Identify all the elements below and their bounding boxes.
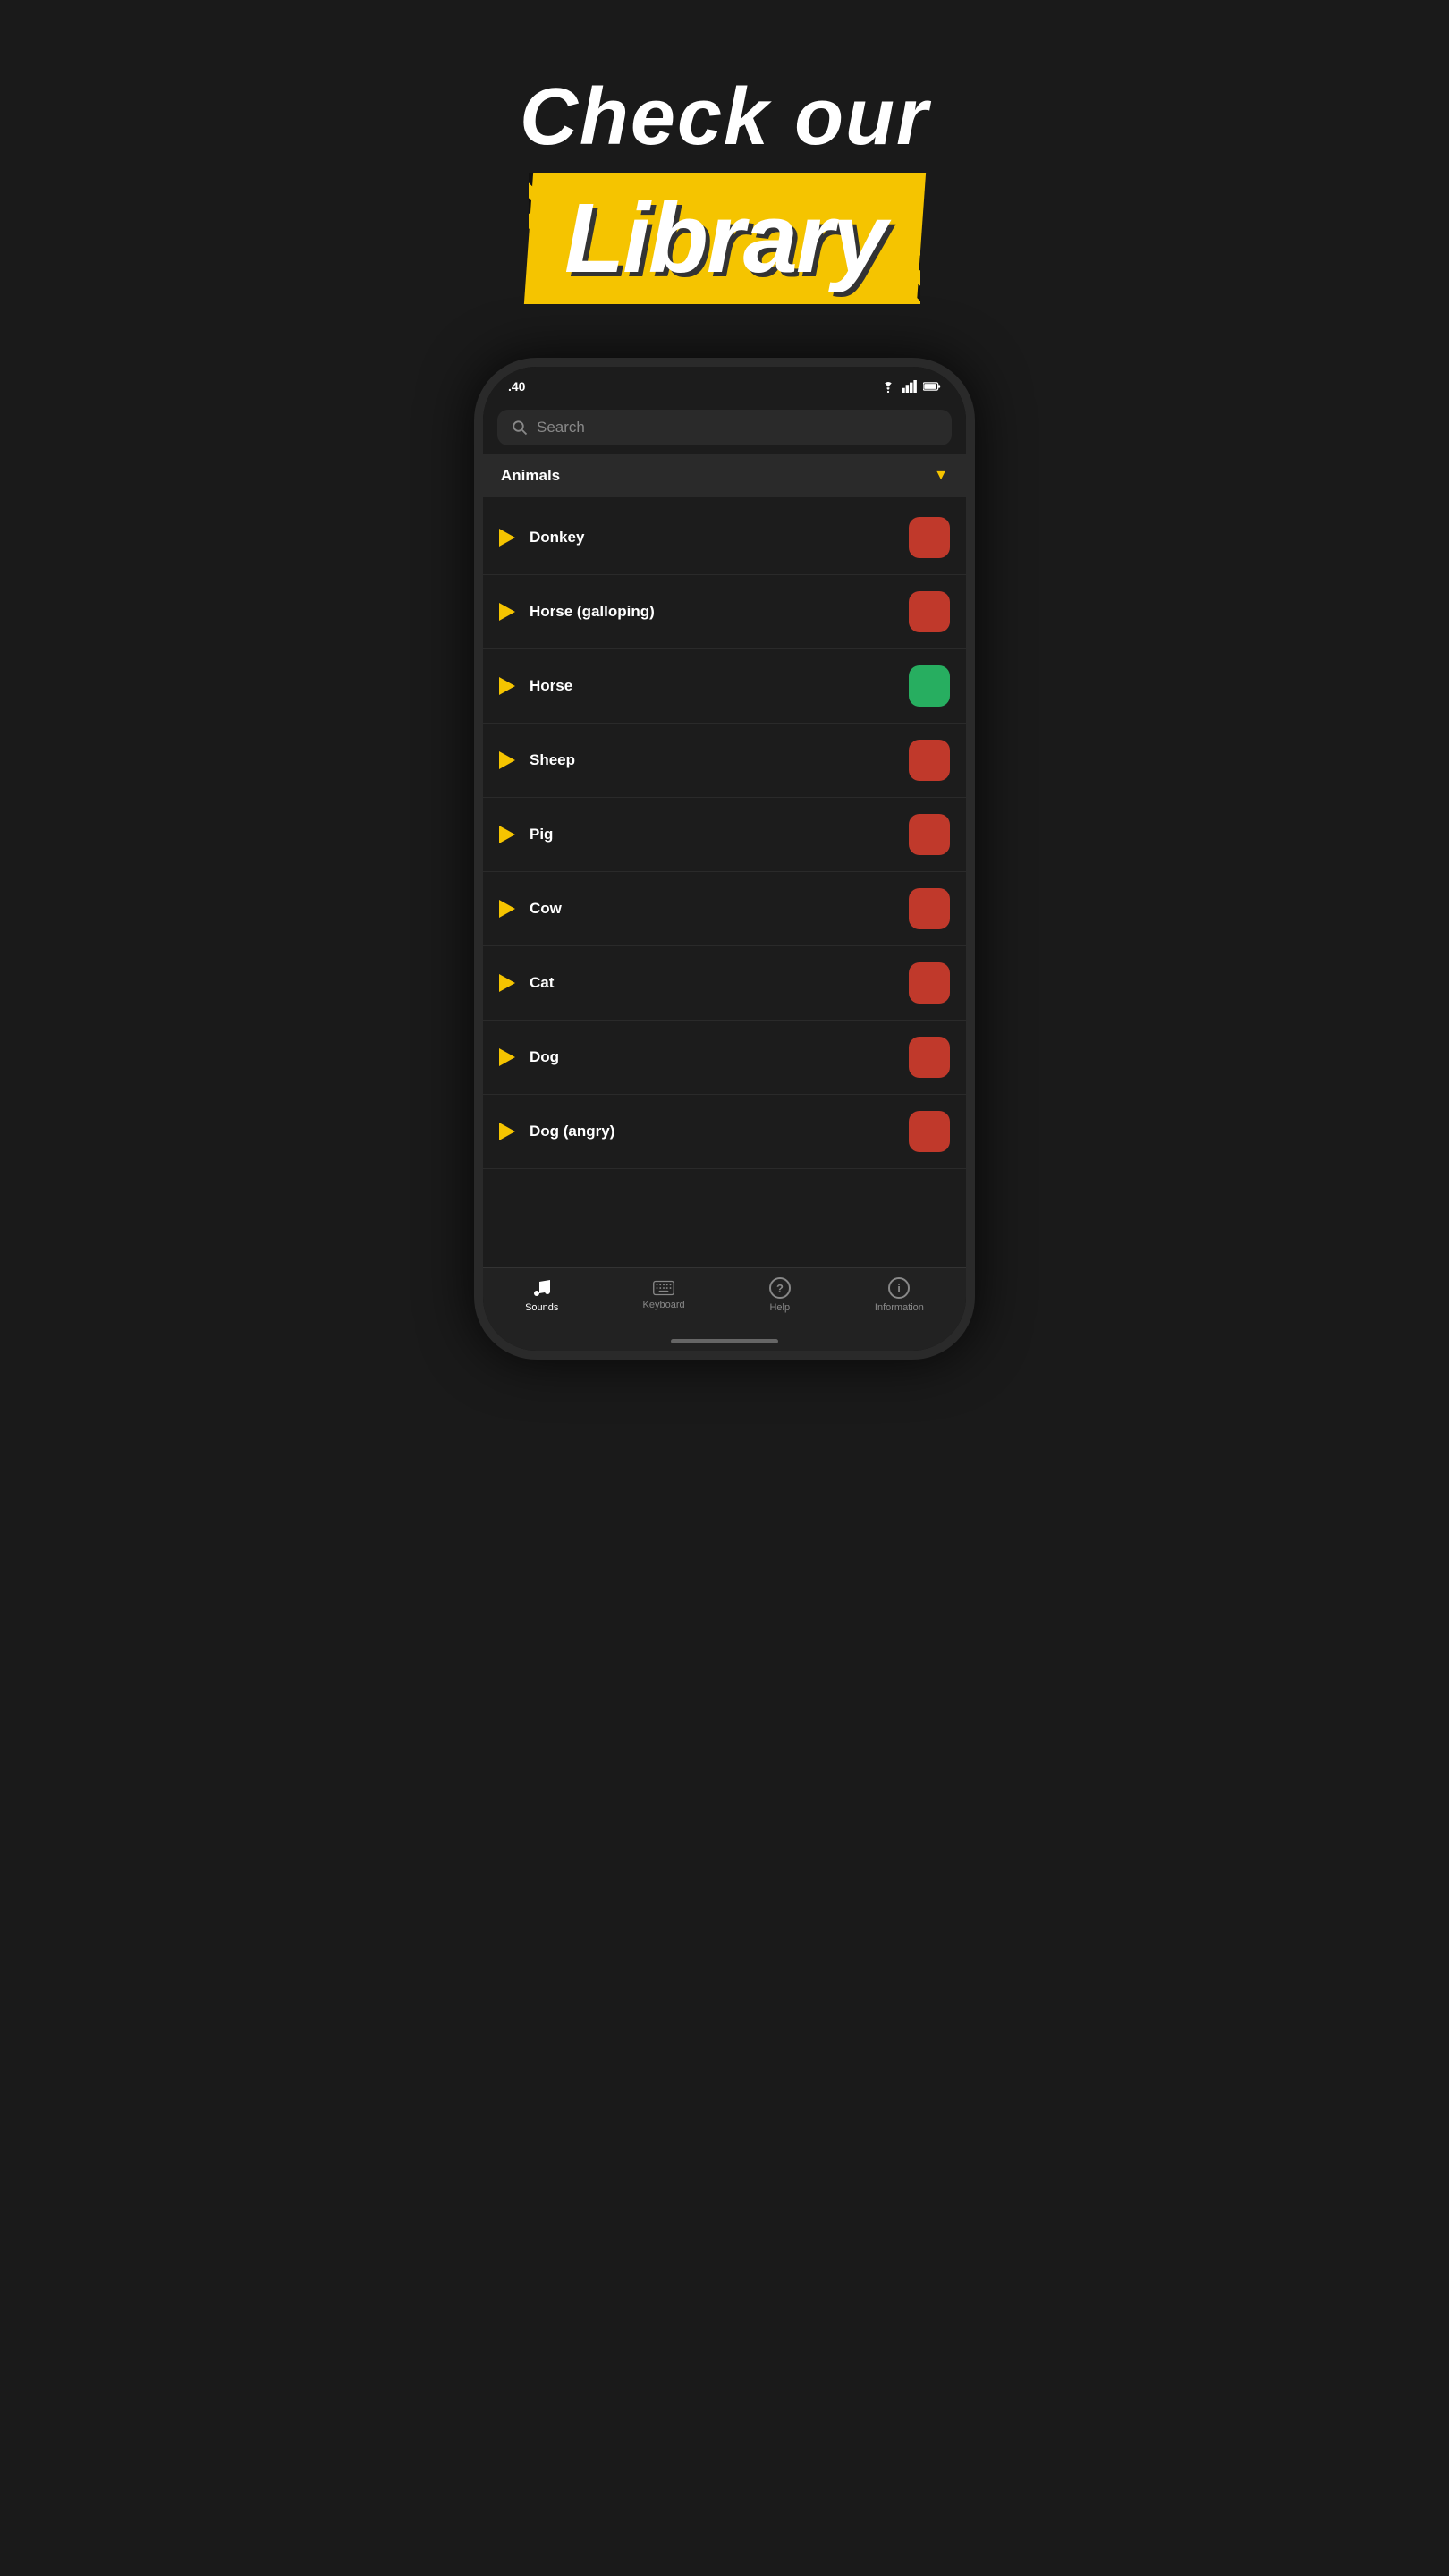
play-pig-button[interactable] (499, 826, 515, 843)
search-placeholder: Search (537, 419, 585, 436)
svg-text:i: i (898, 1282, 902, 1295)
add-horse-button[interactable] (909, 665, 950, 707)
add-pig-button[interactable] (909, 814, 950, 855)
list-item: Dog (angry) (483, 1095, 966, 1169)
signal-icon (902, 380, 918, 393)
add-donkey-button[interactable] (909, 517, 950, 558)
music-note-icon (531, 1277, 553, 1299)
play-donkey-button[interactable] (499, 529, 515, 547)
volume-up-button[interactable] (474, 546, 476, 595)
list-item: Cow (483, 872, 966, 946)
nav-label-information: Information (875, 1302, 924, 1313)
volume-down-button[interactable] (474, 608, 476, 657)
status-time: .40 (508, 379, 525, 394)
svg-text:?: ? (776, 1282, 784, 1295)
nav-item-sounds[interactable]: Sounds (525, 1277, 558, 1313)
list-item: Cat (483, 946, 966, 1021)
sound-name-cat: Cat (530, 974, 894, 992)
add-cat-button[interactable] (909, 962, 950, 1004)
nav-item-information[interactable]: i Information (875, 1277, 924, 1313)
search-icon (512, 419, 528, 436)
add-sheep-button[interactable] (909, 740, 950, 781)
nav-item-help[interactable]: ? Help (769, 1277, 791, 1313)
category-label: Animals (501, 467, 560, 485)
add-dog-button[interactable] (909, 1037, 950, 1078)
sound-name-sheep: Sheep (530, 751, 894, 769)
play-cat-button[interactable] (499, 974, 515, 992)
sound-name-cow: Cow (530, 900, 894, 918)
battery-icon (923, 381, 941, 392)
nav-item-keyboard[interactable]: Keyboard (643, 1280, 685, 1310)
play-cow-button[interactable] (499, 900, 515, 918)
sound-name-horse-galloping: Horse (galloping) (530, 603, 894, 621)
search-bar[interactable]: Search (497, 410, 952, 445)
keyboard-icon (653, 1280, 674, 1296)
list-item: Donkey (483, 501, 966, 575)
sound-name-horse: Horse (530, 677, 894, 695)
play-dog-button[interactable] (499, 1048, 515, 1066)
sound-name-dog: Dog (530, 1048, 894, 1066)
play-horse-galloping-button[interactable] (499, 603, 515, 621)
sound-list: Donkey Horse (galloping) Horse Sheep (483, 501, 966, 1267)
status-bar: .40 (483, 367, 966, 401)
nav-label-sounds: Sounds (525, 1302, 558, 1313)
sound-name-dog-angry: Dog (angry) (530, 1123, 894, 1140)
list-item: Dog (483, 1021, 966, 1095)
sound-name-donkey: Donkey (530, 529, 894, 547)
play-horse-button[interactable] (499, 677, 515, 695)
list-item: Pig (483, 798, 966, 872)
library-badge: Library (529, 173, 921, 304)
help-icon: ? (769, 1277, 791, 1299)
power-button[interactable] (973, 564, 975, 644)
play-dog-angry-button[interactable] (499, 1123, 515, 1140)
wifi-icon (880, 380, 896, 393)
bottom-nav: Sounds Keyboard (483, 1267, 966, 1331)
add-dog-angry-button[interactable] (909, 1111, 950, 1152)
status-icons (880, 380, 941, 393)
information-icon: i (888, 1277, 910, 1299)
sound-name-pig: Pig (530, 826, 894, 843)
add-horse-galloping-button[interactable] (909, 591, 950, 632)
list-item: Horse (galloping) (483, 575, 966, 649)
nav-label-help: Help (769, 1302, 790, 1313)
phone-screen: .40 (483, 367, 966, 1351)
nav-label-keyboard: Keyboard (643, 1300, 685, 1310)
list-item: Horse (483, 649, 966, 724)
home-indicator (483, 1331, 966, 1351)
add-cow-button[interactable] (909, 888, 950, 929)
play-sheep-button[interactable] (499, 751, 515, 769)
check-our-title: Check our (520, 72, 929, 164)
home-bar (671, 1339, 778, 1343)
phone-frame: .40 (474, 358, 975, 1360)
chevron-down-icon: ▼ (934, 468, 948, 484)
list-item: Sheep (483, 724, 966, 798)
category-dropdown[interactable]: Animals ▼ (483, 454, 966, 497)
header-section: Check our Library (520, 72, 929, 304)
library-title: Library (564, 182, 886, 295)
